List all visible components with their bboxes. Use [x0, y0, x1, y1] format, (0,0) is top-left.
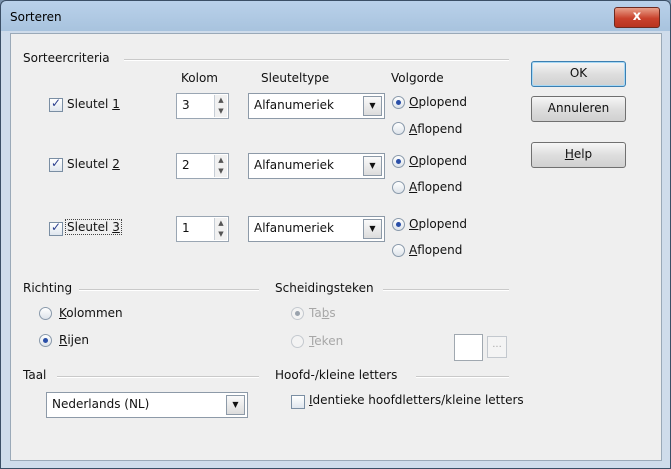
key1-checkbox[interactable] — [49, 96, 63, 112]
volgorde-header: Volgorde — [391, 71, 444, 85]
chevron-down-icon[interactable]: ▼ — [363, 219, 382, 239]
key2-checkbox[interactable] — [49, 156, 63, 172]
key1-ascending-label: Oplopend — [409, 95, 467, 109]
spin-down-icon[interactable]: ▼ — [215, 166, 227, 177]
language-value: Nederlands (NL) — [52, 397, 150, 411]
key3-type-value: Alfanumeriek — [254, 221, 335, 235]
tabs-label: Tabs — [309, 306, 336, 320]
key1-type-select[interactable]: Alfanumeriek ▼ — [248, 93, 385, 119]
scheidingsteken-heading: Scheidingsteken — [275, 281, 374, 295]
key3-ascending-radio[interactable] — [392, 218, 405, 231]
key3-descending-label: Aflopend — [409, 243, 463, 257]
taal-divider — [57, 376, 259, 378]
cancel-button[interactable]: Annuleren — [531, 96, 626, 122]
key1-type-value: Alfanumeriek — [254, 98, 335, 112]
taal-heading: Taal — [23, 368, 47, 382]
chevron-down-icon[interactable]: ▼ — [226, 395, 245, 415]
key3-descending-radio[interactable] — [392, 244, 405, 257]
key1-column-value: 3 — [182, 98, 190, 112]
criteria-divider — [124, 59, 509, 61]
scheidingsteken-divider — [383, 289, 509, 291]
help-button[interactable]: Help — [531, 142, 626, 168]
key1-descending-radio[interactable] — [392, 122, 405, 135]
spin-up-icon[interactable]: ▲ — [215, 95, 227, 106]
key1-ascending-radio[interactable] — [392, 96, 405, 109]
spin-down-icon[interactable]: ▼ — [215, 229, 227, 240]
richting-divider — [79, 289, 259, 291]
title-bar[interactable]: Sorteren x — [1, 1, 670, 33]
kolommen-radio[interactable] — [39, 307, 52, 320]
key3-spin-arrows[interactable]: ▲ ▼ — [214, 218, 227, 240]
case-sensitive-label: Identieke hoofdletters/kleine letters — [309, 393, 524, 407]
key2-ascending-label: Oplopend — [409, 154, 467, 168]
key1-spin-arrows[interactable]: ▲ ▼ — [214, 95, 227, 117]
criteria-heading: Sorteercriteria — [23, 51, 110, 65]
key2-type-select[interactable]: Alfanumeriek ▼ — [248, 153, 385, 179]
key2-label: Sleutel 2 — [67, 157, 120, 171]
key1-column-spinner[interactable]: 3 ▲ ▼ — [176, 93, 229, 119]
spin-up-icon[interactable]: ▲ — [215, 218, 227, 229]
dialog-body: Sorteercriteria Kolom Sleuteltype Volgor… — [10, 33, 662, 461]
language-select[interactable]: Nederlands (NL) ▼ — [46, 392, 248, 418]
key1-label: Sleutel 1 — [67, 97, 120, 111]
key1-descending-label: Aflopend — [409, 122, 463, 136]
sort-dialog: Sorteren x Sorteercriteria Kolom Sleutel… — [0, 0, 671, 469]
key2-ascending-radio[interactable] — [392, 155, 405, 168]
close-button[interactable]: x — [614, 7, 660, 28]
case-heading: Hoofd-/kleine letters — [275, 368, 398, 382]
kolommen-label: Kolommen — [59, 306, 123, 320]
teken-more-button[interactable]: ... — [487, 336, 507, 358]
key3-type-select[interactable]: Alfanumeriek ▼ — [248, 216, 385, 242]
case-sensitive-checkbox[interactable] — [291, 395, 305, 409]
richting-heading: Richting — [23, 281, 73, 295]
rijen-radio[interactable] — [39, 334, 52, 347]
chevron-down-icon[interactable]: ▼ — [363, 156, 382, 176]
ok-button[interactable]: OK — [531, 61, 626, 87]
chevron-down-icon[interactable]: ▼ — [363, 96, 382, 116]
key3-column-value: 1 — [182, 221, 190, 235]
rijen-label: Rijen — [59, 333, 89, 347]
spin-up-icon[interactable]: ▲ — [215, 155, 227, 166]
key2-column-value: 2 — [182, 158, 190, 172]
key3-ascending-label: Oplopend — [409, 217, 467, 231]
key2-type-value: Alfanumeriek — [254, 158, 335, 172]
key3-column-spinner[interactable]: 1 ▲ ▼ — [176, 216, 229, 242]
key2-descending-radio[interactable] — [392, 181, 405, 194]
teken-input[interactable] — [454, 334, 483, 361]
kolom-header: Kolom — [181, 71, 218, 85]
teken-label: Teken — [309, 334, 344, 348]
teken-radio[interactable] — [291, 335, 304, 348]
tabs-radio[interactable] — [291, 307, 304, 320]
dialog-title: Sorteren — [10, 10, 62, 24]
key2-descending-label: Aflopend — [409, 180, 463, 194]
key3-label: Sleutel 3 — [65, 219, 122, 235]
key2-spin-arrows[interactable]: ▲ ▼ — [214, 155, 227, 177]
key3-checkbox[interactable] — [49, 220, 63, 236]
spin-down-icon[interactable]: ▼ — [215, 106, 227, 117]
sleuteltype-header: Sleuteltype — [261, 71, 330, 85]
key2-column-spinner[interactable]: 2 ▲ ▼ — [176, 153, 229, 179]
case-divider — [416, 376, 509, 378]
